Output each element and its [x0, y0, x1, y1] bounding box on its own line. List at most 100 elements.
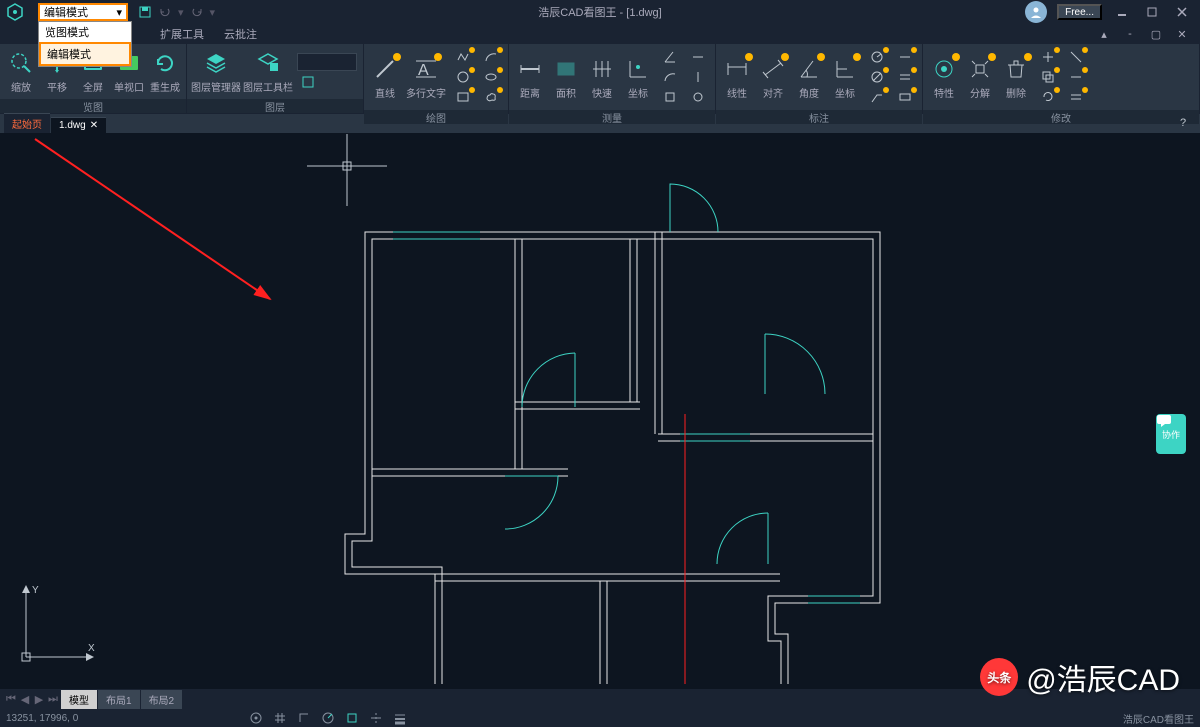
- layer-select[interactable]: [297, 53, 357, 71]
- copy-icon[interactable]: [1037, 68, 1059, 86]
- minimize-button[interactable]: [1112, 4, 1132, 20]
- nav-next-icon[interactable]: ▶: [32, 692, 46, 706]
- tab-startpage[interactable]: 起始页: [4, 113, 50, 133]
- dim-base-icon[interactable]: [894, 68, 916, 86]
- mode-option-view[interactable]: 览图模式: [39, 22, 131, 42]
- dropdown-icon[interactable]: ▾: [210, 6, 216, 19]
- nav-prev-icon[interactable]: ◀: [18, 692, 32, 706]
- layout-tab-2[interactable]: 布局2: [141, 690, 183, 709]
- area-button[interactable]: 面积: [549, 55, 583, 100]
- rotate-icon[interactable]: [1037, 88, 1059, 106]
- mode-select-current[interactable]: 编辑模式▾: [38, 3, 128, 21]
- dim-diameter-icon[interactable]: [866, 68, 888, 86]
- offset-icon[interactable]: [1065, 88, 1087, 106]
- measure-angle-icon[interactable]: [659, 48, 681, 66]
- svg-text:A: A: [418, 62, 429, 79]
- dim-linear-button[interactable]: 线性: [720, 55, 754, 100]
- polar-icon[interactable]: [320, 710, 336, 726]
- trim-icon[interactable]: [1065, 48, 1087, 66]
- otrack-icon[interactable]: [368, 710, 384, 726]
- child-close-button[interactable]: ✕: [1172, 26, 1192, 42]
- polyline-icon[interactable]: [452, 48, 474, 66]
- quick-access-toolbar: ▾ ▾: [138, 5, 215, 19]
- dim-ordinate-button[interactable]: 坐标: [828, 55, 862, 100]
- line-button[interactable]: 直线: [368, 55, 402, 100]
- child-maximize-button[interactable]: ▢: [1146, 26, 1166, 42]
- osnap-icon[interactable]: [344, 710, 360, 726]
- save-icon[interactable]: [138, 5, 152, 19]
- properties-button[interactable]: 特性: [927, 55, 961, 100]
- child-minimize-button[interactable]: -: [1120, 26, 1140, 42]
- layer-toolbar-button[interactable]: 图层工具栏: [243, 49, 293, 94]
- ellipse-icon[interactable]: [480, 68, 502, 86]
- nav-first-icon[interactable]: ⏮: [4, 692, 18, 706]
- grid-icon[interactable]: [272, 710, 288, 726]
- snap-icon[interactable]: [248, 710, 264, 726]
- dim-aligned-button[interactable]: 对齐: [756, 55, 790, 100]
- user-avatar-icon[interactable]: [1025, 1, 1047, 23]
- layout-tab-1[interactable]: 布局1: [98, 690, 140, 709]
- move-icon[interactable]: [1037, 48, 1059, 66]
- delete-button[interactable]: 删除: [999, 55, 1033, 100]
- menu-bar: 扩展工具 云批注 ▴ - ▢ ✕: [0, 24, 1200, 44]
- regenerate-button[interactable]: 重生成: [148, 49, 182, 94]
- tab-cloud-markup[interactable]: 云批注: [214, 24, 267, 44]
- tab-file[interactable]: 1.dwg✕: [51, 117, 106, 133]
- ribbon-group-label: 标注: [716, 110, 922, 124]
- mode-dropdown[interactable]: 编辑模式▾ 览图模式 编辑模式: [38, 3, 128, 21]
- layer-select-stack: [295, 51, 359, 93]
- layer-manager-button[interactable]: 图层管理器: [191, 49, 241, 94]
- collaborate-button[interactable]: 协作: [1156, 414, 1186, 454]
- circle-icon[interactable]: [452, 68, 474, 86]
- arc-icon[interactable]: [480, 48, 502, 66]
- help-icon[interactable]: ?: [1180, 117, 1196, 133]
- coord-button[interactable]: 坐标: [621, 55, 655, 100]
- rectangle-icon[interactable]: [452, 88, 474, 106]
- undo-icon[interactable]: [158, 6, 172, 18]
- close-icon[interactable]: ✕: [90, 120, 98, 131]
- watermark-text: @浩辰CAD: [1026, 655, 1180, 699]
- nav-last-icon[interactable]: ⏭: [46, 692, 60, 706]
- ortho-icon[interactable]: [296, 710, 312, 726]
- close-button[interactable]: [1172, 4, 1192, 20]
- extend-icon[interactable]: [1065, 68, 1087, 86]
- ribbon-group-label: 绘图: [364, 110, 508, 124]
- measure-icon-c[interactable]: [687, 88, 709, 106]
- measure-icon-b[interactable]: [687, 68, 709, 86]
- lineweight-icon[interactable]: [392, 710, 408, 726]
- dim-angle-button[interactable]: 角度: [792, 55, 826, 100]
- dim-leader-icon[interactable]: [866, 88, 888, 106]
- status-coordinates: 13251, 17996, 0: [6, 713, 78, 724]
- mtext-button[interactable]: A多行文字: [404, 55, 448, 100]
- free-button[interactable]: Free...: [1057, 4, 1102, 20]
- maximize-button[interactable]: [1142, 4, 1162, 20]
- dim-tol-icon[interactable]: [894, 88, 916, 106]
- dim-radius-icon[interactable]: [866, 48, 888, 66]
- layout-tab-model[interactable]: 模型: [61, 690, 97, 709]
- tab-extensions[interactable]: 扩展工具: [150, 24, 214, 44]
- dim-stack-2: [892, 46, 918, 108]
- mode-option-edit[interactable]: 编辑模式: [39, 42, 131, 66]
- ribbon-group-modify: 特性 分解 删除 修改: [923, 44, 1200, 113]
- dim-cont-icon[interactable]: [894, 48, 916, 66]
- zoom-button[interactable]: 缩放: [4, 49, 38, 94]
- dim-ordinate-icon: [831, 55, 859, 83]
- measure-arc-icon[interactable]: [659, 68, 681, 86]
- measure-icon-a[interactable]: [687, 48, 709, 66]
- quick-icon: [588, 55, 616, 83]
- distance-button[interactable]: 距离: [513, 55, 547, 100]
- revcloud-icon[interactable]: [480, 88, 502, 106]
- floorplan-drawing: [300, 164, 1200, 684]
- zoom-icon: [7, 49, 35, 77]
- layer-tool-icon[interactable]: [297, 73, 319, 91]
- quick-button[interactable]: 快速: [585, 55, 619, 100]
- annotation-arrow: [0, 134, 280, 304]
- redo-icon[interactable]: [190, 6, 204, 18]
- drawing-canvas[interactable]: Y X 协作: [0, 134, 1200, 689]
- explode-button[interactable]: 分解: [963, 55, 997, 100]
- measure-sum-icon[interactable]: [659, 88, 681, 106]
- chat-icon: [1156, 414, 1172, 428]
- ribbon-minimize-icon[interactable]: ▴: [1094, 26, 1114, 42]
- measure-stack-2: [685, 46, 711, 108]
- dropdown-icon[interactable]: ▾: [178, 6, 184, 19]
